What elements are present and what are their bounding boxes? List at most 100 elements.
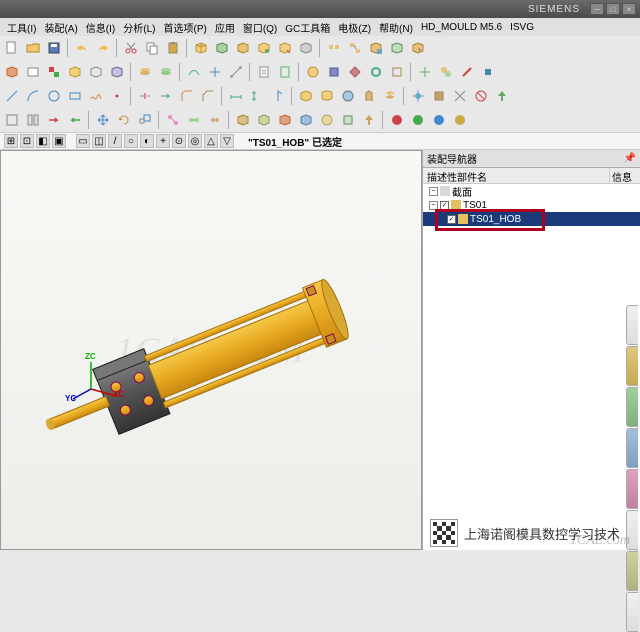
color3-icon[interactable]: [429, 110, 449, 130]
menu-analysis[interactable]: 分析(L): [120, 20, 158, 35]
dim1-icon[interactable]: [226, 86, 246, 106]
curve2-icon[interactable]: [205, 62, 225, 82]
resource-tab-3[interactable]: [626, 387, 638, 427]
vis1-icon[interactable]: [65, 62, 85, 82]
tool5-icon[interactable]: [492, 86, 512, 106]
rotate-icon[interactable]: [114, 110, 134, 130]
extend-icon[interactable]: [156, 86, 176, 106]
comp4-icon[interactable]: [387, 38, 407, 58]
copy-icon[interactable]: [142, 38, 162, 58]
mold5-icon[interactable]: [317, 110, 337, 130]
color2-icon[interactable]: [408, 110, 428, 130]
menu-electrode[interactable]: 电极(Z): [335, 20, 374, 35]
sel-mode-2[interactable]: ◫: [92, 134, 106, 148]
save-icon[interactable]: [44, 38, 64, 58]
sel-filter-3[interactable]: ◧: [36, 134, 50, 148]
op2-icon[interactable]: [324, 62, 344, 82]
redo-icon[interactable]: [93, 38, 113, 58]
attach3-icon[interactable]: [205, 110, 225, 130]
move-icon[interactable]: [93, 110, 113, 130]
doc1-icon[interactable]: [254, 62, 274, 82]
feat5-icon[interactable]: [380, 86, 400, 106]
chamfer-icon[interactable]: [198, 86, 218, 106]
comp2-icon[interactable]: [345, 38, 365, 58]
op1-icon[interactable]: [303, 62, 323, 82]
menu-gctool[interactable]: GC工具箱: [282, 20, 333, 35]
sketch-line-icon[interactable]: [2, 86, 22, 106]
op8-icon[interactable]: [457, 62, 477, 82]
op5-icon[interactable]: [387, 62, 407, 82]
layer2-icon[interactable]: [156, 62, 176, 82]
box6-icon[interactable]: [296, 38, 316, 58]
rect-icon[interactable]: [23, 62, 43, 82]
feat1-icon[interactable]: [296, 86, 316, 106]
fillet-icon[interactable]: [177, 86, 197, 106]
op9-icon[interactable]: [478, 62, 498, 82]
arrow-red-icon[interactable]: [44, 110, 64, 130]
vis2-icon[interactable]: [86, 62, 106, 82]
resource-tab-4[interactable]: [626, 428, 638, 468]
comp1-icon[interactable]: [324, 38, 344, 58]
box4-icon[interactable]: [254, 38, 274, 58]
new-file-icon[interactable]: [2, 38, 22, 58]
sketch-point-icon[interactable]: [107, 86, 127, 106]
resource-tab-5[interactable]: [626, 469, 638, 509]
box1-icon[interactable]: [191, 38, 211, 58]
sketch-spline-icon[interactable]: [86, 86, 106, 106]
tree-row-root[interactable]: − ✓ TS01: [423, 198, 640, 212]
sel-mode-5[interactable]: ◐: [140, 134, 154, 148]
sel-mode-1[interactable]: ▭: [76, 134, 90, 148]
menu-hdmould[interactable]: HD_MOULD M5.6: [418, 22, 505, 33]
tool4-icon[interactable]: [471, 86, 491, 106]
op7-icon[interactable]: [436, 62, 456, 82]
tree-toggle-icon[interactable]: −: [429, 201, 438, 210]
op6-icon[interactable]: [415, 62, 435, 82]
view1-icon[interactable]: [2, 110, 22, 130]
tool1-icon[interactable]: [408, 86, 428, 106]
sel-mode-3[interactable]: /: [108, 134, 122, 148]
box5-icon[interactable]: [275, 38, 295, 58]
view2-icon[interactable]: [23, 110, 43, 130]
menu-prefs[interactable]: 首选项(P): [160, 20, 209, 35]
tree-checkbox[interactable]: ✓: [440, 201, 449, 210]
mold4-icon[interactable]: [296, 110, 316, 130]
tool2-icon[interactable]: [429, 86, 449, 106]
close-button[interactable]: ×: [622, 3, 636, 15]
menu-assembly[interactable]: 装配(A): [41, 20, 80, 35]
sel-mode-6[interactable]: +: [156, 134, 170, 148]
feat3-icon[interactable]: [338, 86, 358, 106]
resource-tab-7[interactable]: [626, 551, 638, 591]
feat2-icon[interactable]: [317, 86, 337, 106]
comp5-icon[interactable]: +: [408, 38, 428, 58]
measure-icon[interactable]: [226, 62, 246, 82]
mold1-icon[interactable]: [233, 110, 253, 130]
maximize-button[interactable]: □: [606, 3, 620, 15]
resource-tab-8[interactable]: [626, 592, 638, 632]
scale-icon[interactable]: [135, 110, 155, 130]
trim-icon[interactable]: [135, 86, 155, 106]
cut-icon[interactable]: [121, 38, 141, 58]
box3-icon[interactable]: [233, 38, 253, 58]
minimize-button[interactable]: ─: [590, 3, 604, 15]
tree-row-selected[interactable]: ✓ TS01_HOB: [423, 212, 640, 226]
paste-icon[interactable]: [163, 38, 183, 58]
sel-mode-10[interactable]: ▽: [220, 134, 234, 148]
mold7-icon[interactable]: [359, 110, 379, 130]
attach2-icon[interactable]: [184, 110, 204, 130]
tree-toggle-icon[interactable]: −: [429, 187, 438, 196]
nav-pin-icon[interactable]: 📌: [624, 153, 636, 164]
sel-mode-7[interactable]: ⊙: [172, 134, 186, 148]
open-file-icon[interactable]: [23, 38, 43, 58]
tree-checkbox[interactable]: ✓: [447, 215, 456, 224]
menu-info[interactable]: 信息(I): [83, 20, 118, 35]
sketch-circle-icon[interactable]: [44, 86, 64, 106]
op4-icon[interactable]: [366, 62, 386, 82]
layer1-icon[interactable]: [135, 62, 155, 82]
attach1-icon[interactable]: [163, 110, 183, 130]
doc2-icon[interactable]: [275, 62, 295, 82]
curve1-icon[interactable]: [184, 62, 204, 82]
resource-tab-2[interactable]: [626, 346, 638, 386]
dim2-icon[interactable]: [247, 86, 267, 106]
sel-filter-1[interactable]: ⊞: [4, 134, 18, 148]
sketch-arc-icon[interactable]: [23, 86, 43, 106]
